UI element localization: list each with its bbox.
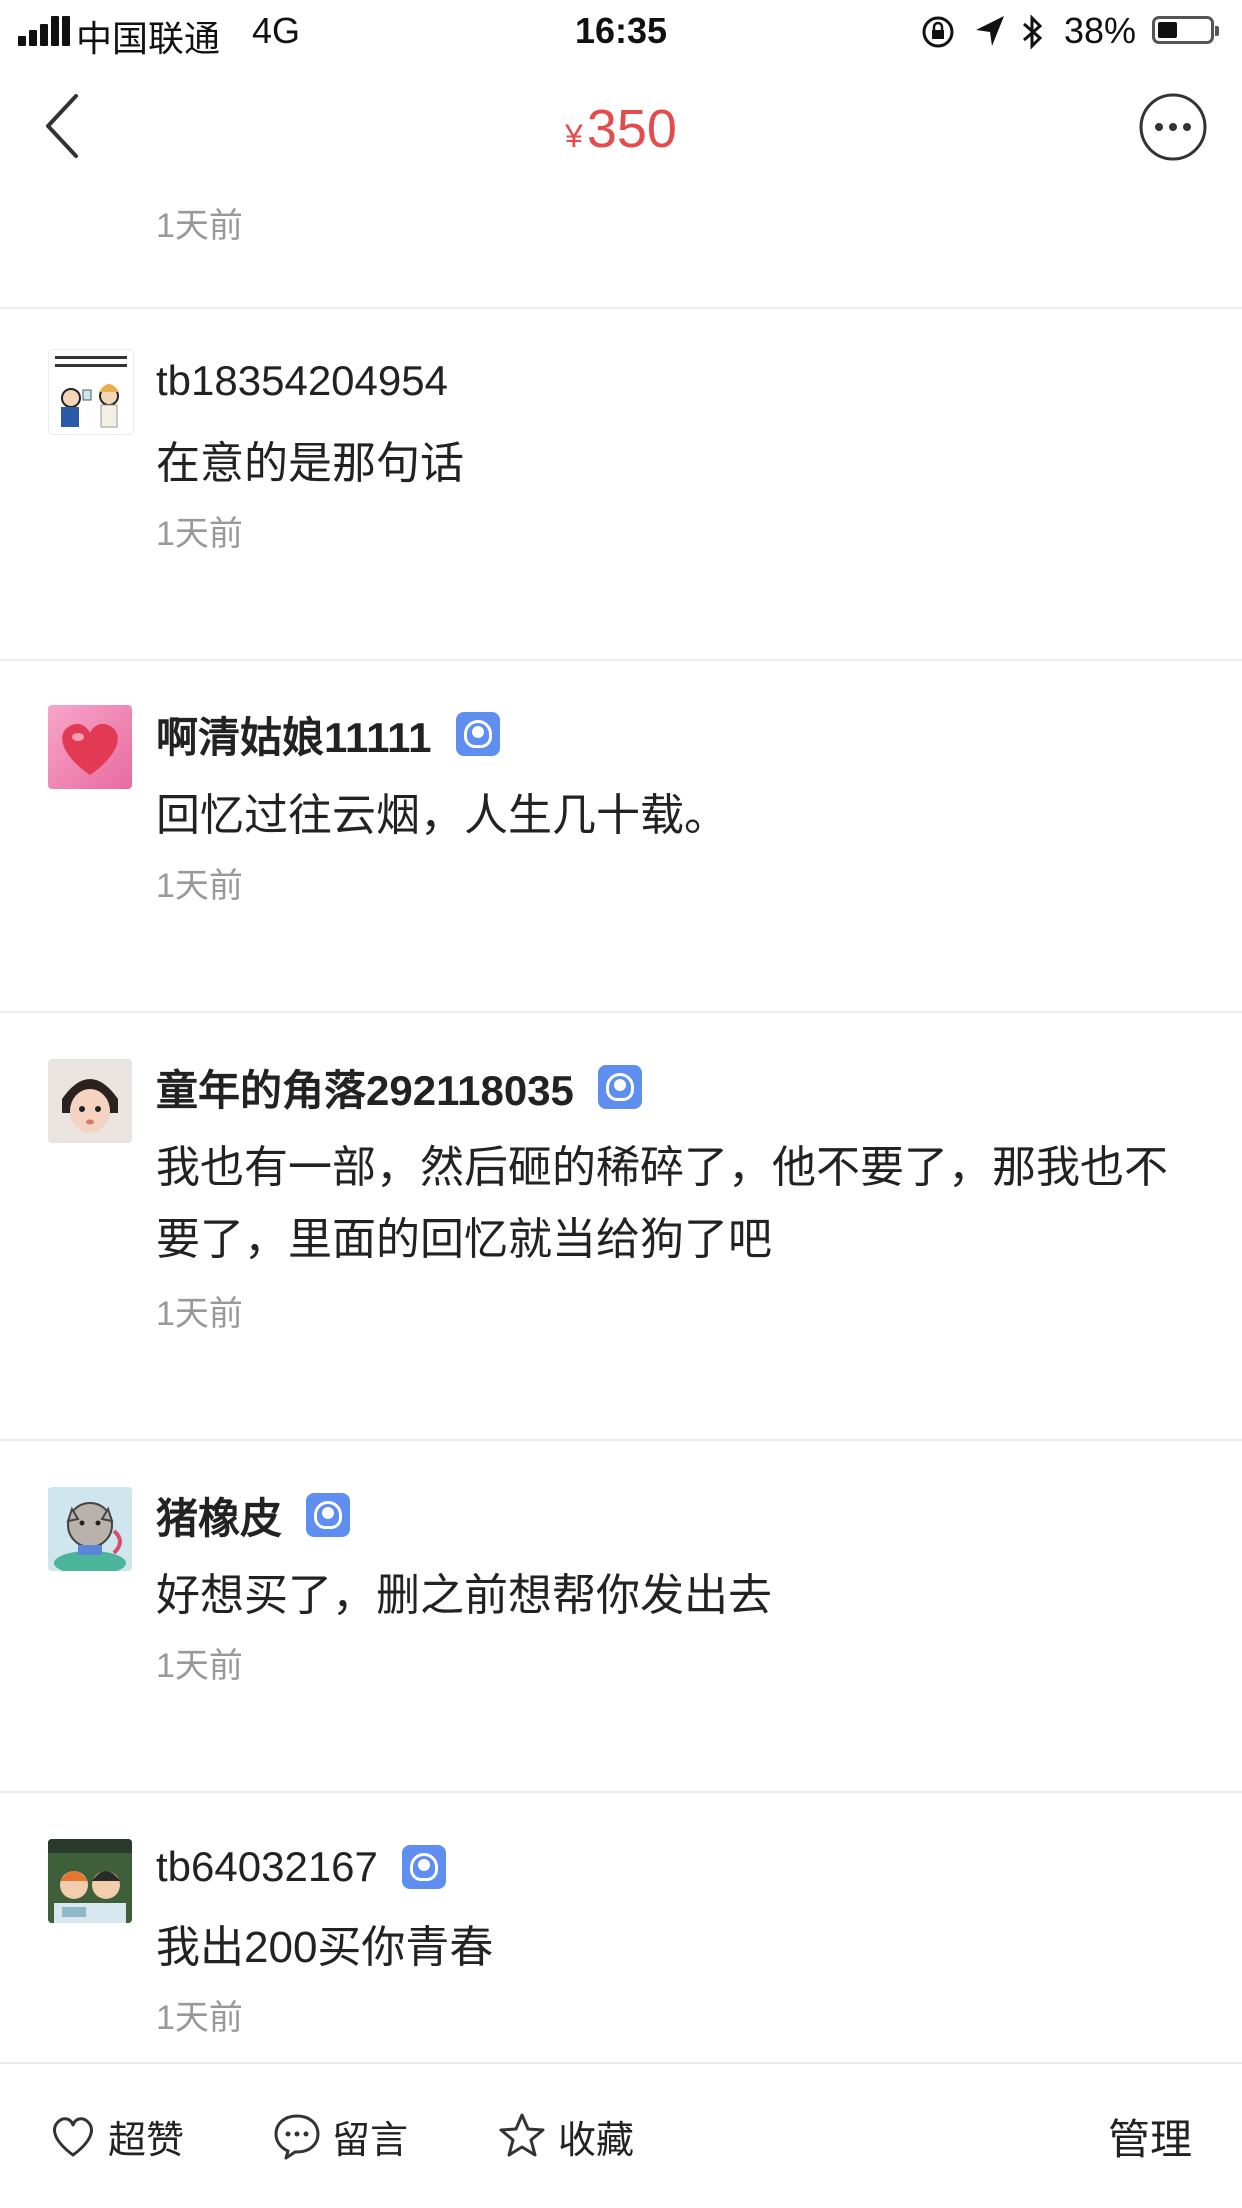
- verified-badge-icon: [455, 712, 500, 756]
- like-button[interactable]: 超赞: [48, 2064, 184, 2208]
- username-row: 童年的角落292118035: [156, 1060, 642, 1114]
- bottom-action-bar: 超赞 留言 收藏 管理: [0, 2062, 1242, 2208]
- username[interactable]: 啊清姑娘11111: [156, 704, 432, 765]
- verified-badge-icon: [597, 1065, 642, 1109]
- user-avatar[interactable]: [48, 1839, 132, 1923]
- username-row: 猪橡皮: [156, 1488, 351, 1542]
- comment-time: 1天前: [156, 1999, 243, 2037]
- like-label: 超赞: [108, 2119, 185, 2162]
- comment-time: 1天前: [156, 515, 243, 553]
- app-screen: 中国联通 4G 16:35 38% ¥350 1天前 tb18354204954…: [0, 0, 1242, 2208]
- star-outline-icon: [499, 2113, 545, 2157]
- status-bar: 中国联通 4G 16:35 38%: [0, 0, 1242, 62]
- location-arrow-icon: [976, 16, 1004, 46]
- bluetooth-icon: [1023, 14, 1043, 50]
- favorite-label: 收藏: [558, 2119, 635, 2162]
- username[interactable]: 童年的角落292118035: [156, 1057, 574, 1118]
- cat-avatar-icon: [48, 1487, 132, 1571]
- manage-button[interactable]: 管理: [1108, 2064, 1192, 2208]
- username[interactable]: tb18354204954: [156, 357, 448, 405]
- verified-badge-icon: [306, 1493, 351, 1537]
- more-dots-icon[interactable]: [1138, 92, 1208, 162]
- comment-label: 留言: [332, 2119, 409, 2162]
- comment-item: 童年的角落292118035 我也有一部，然后砸的稀碎了，他不要了，那我也不要了…: [0, 1013, 1242, 1441]
- username-row: tb64032167: [156, 1840, 446, 1894]
- user-avatar[interactable]: [48, 1487, 132, 1571]
- currency-symbol: ¥: [565, 118, 583, 154]
- comment-item: tb18354204954 在意的是那句话 1天前: [0, 309, 1242, 661]
- comment-time: 1天前: [156, 207, 243, 245]
- heart-outline-icon: [53, 2117, 93, 2157]
- heart-avatar-icon: [62, 723, 118, 775]
- username[interactable]: 猪橡皮: [156, 1485, 282, 1546]
- comment-time: 1天前: [156, 867, 243, 905]
- comment-time: 1天前: [156, 1647, 243, 1685]
- chat-bubble-icon: [274, 2114, 320, 2160]
- comment-button[interactable]: 留言: [272, 2064, 408, 2208]
- favorite-button[interactable]: 收藏: [496, 2064, 634, 2208]
- nav-bar: ¥350: [0, 62, 1242, 192]
- username-row: tb18354204954: [156, 354, 448, 408]
- comment-text: 回忆过往云烟，人生几十载。: [156, 791, 728, 840]
- comment-text: 我也有一部，然后砸的稀碎了，他不要了，那我也不要了，里面的回忆就当给狗了吧: [156, 1143, 1168, 1264]
- comment-time: 1天前: [156, 1295, 243, 1333]
- comment-item: tb64032167 我出200买你青春 1天前: [0, 1793, 1242, 2062]
- username[interactable]: tb64032167: [156, 1843, 378, 1891]
- anime-avatar-icon: [48, 1839, 132, 1923]
- child-photo-avatar-icon: [48, 1059, 132, 1143]
- price-amount: 350: [586, 99, 677, 159]
- cartoon-avatar-icon: [55, 356, 127, 428]
- comment-text: 我出200买你青春: [156, 1923, 494, 1972]
- user-avatar[interactable]: [48, 1059, 132, 1143]
- verified-badge-icon: [401, 1845, 446, 1889]
- item-price: ¥350: [0, 98, 1242, 160]
- username-row: 啊清姑娘11111: [156, 707, 500, 761]
- battery-percentage: 38%: [1064, 10, 1137, 51]
- comment-item: 猪橡皮 好想买了，删之前想帮你发出去 1天前: [0, 1441, 1242, 1793]
- manage-label: 管理: [1108, 2115, 1193, 2163]
- user-avatar[interactable]: [48, 349, 134, 435]
- comment-feed[interactable]: 1天前 tb18354204954 在意的是那句话 1天前 啊清姑娘11111 …: [0, 192, 1242, 2062]
- comment-text: 在意的是那句话: [156, 439, 464, 488]
- comment-item: 啊清姑娘11111 回忆过往云烟，人生几十载。 1天前: [0, 661, 1242, 1013]
- status-time: 16:35: [574, 10, 668, 51]
- rotation-lock-icon: [922, 16, 954, 48]
- battery-icon: [1152, 16, 1219, 44]
- comment-text: 好想买了，删之前想帮你发出去: [156, 1571, 772, 1620]
- user-avatar[interactable]: [48, 705, 132, 789]
